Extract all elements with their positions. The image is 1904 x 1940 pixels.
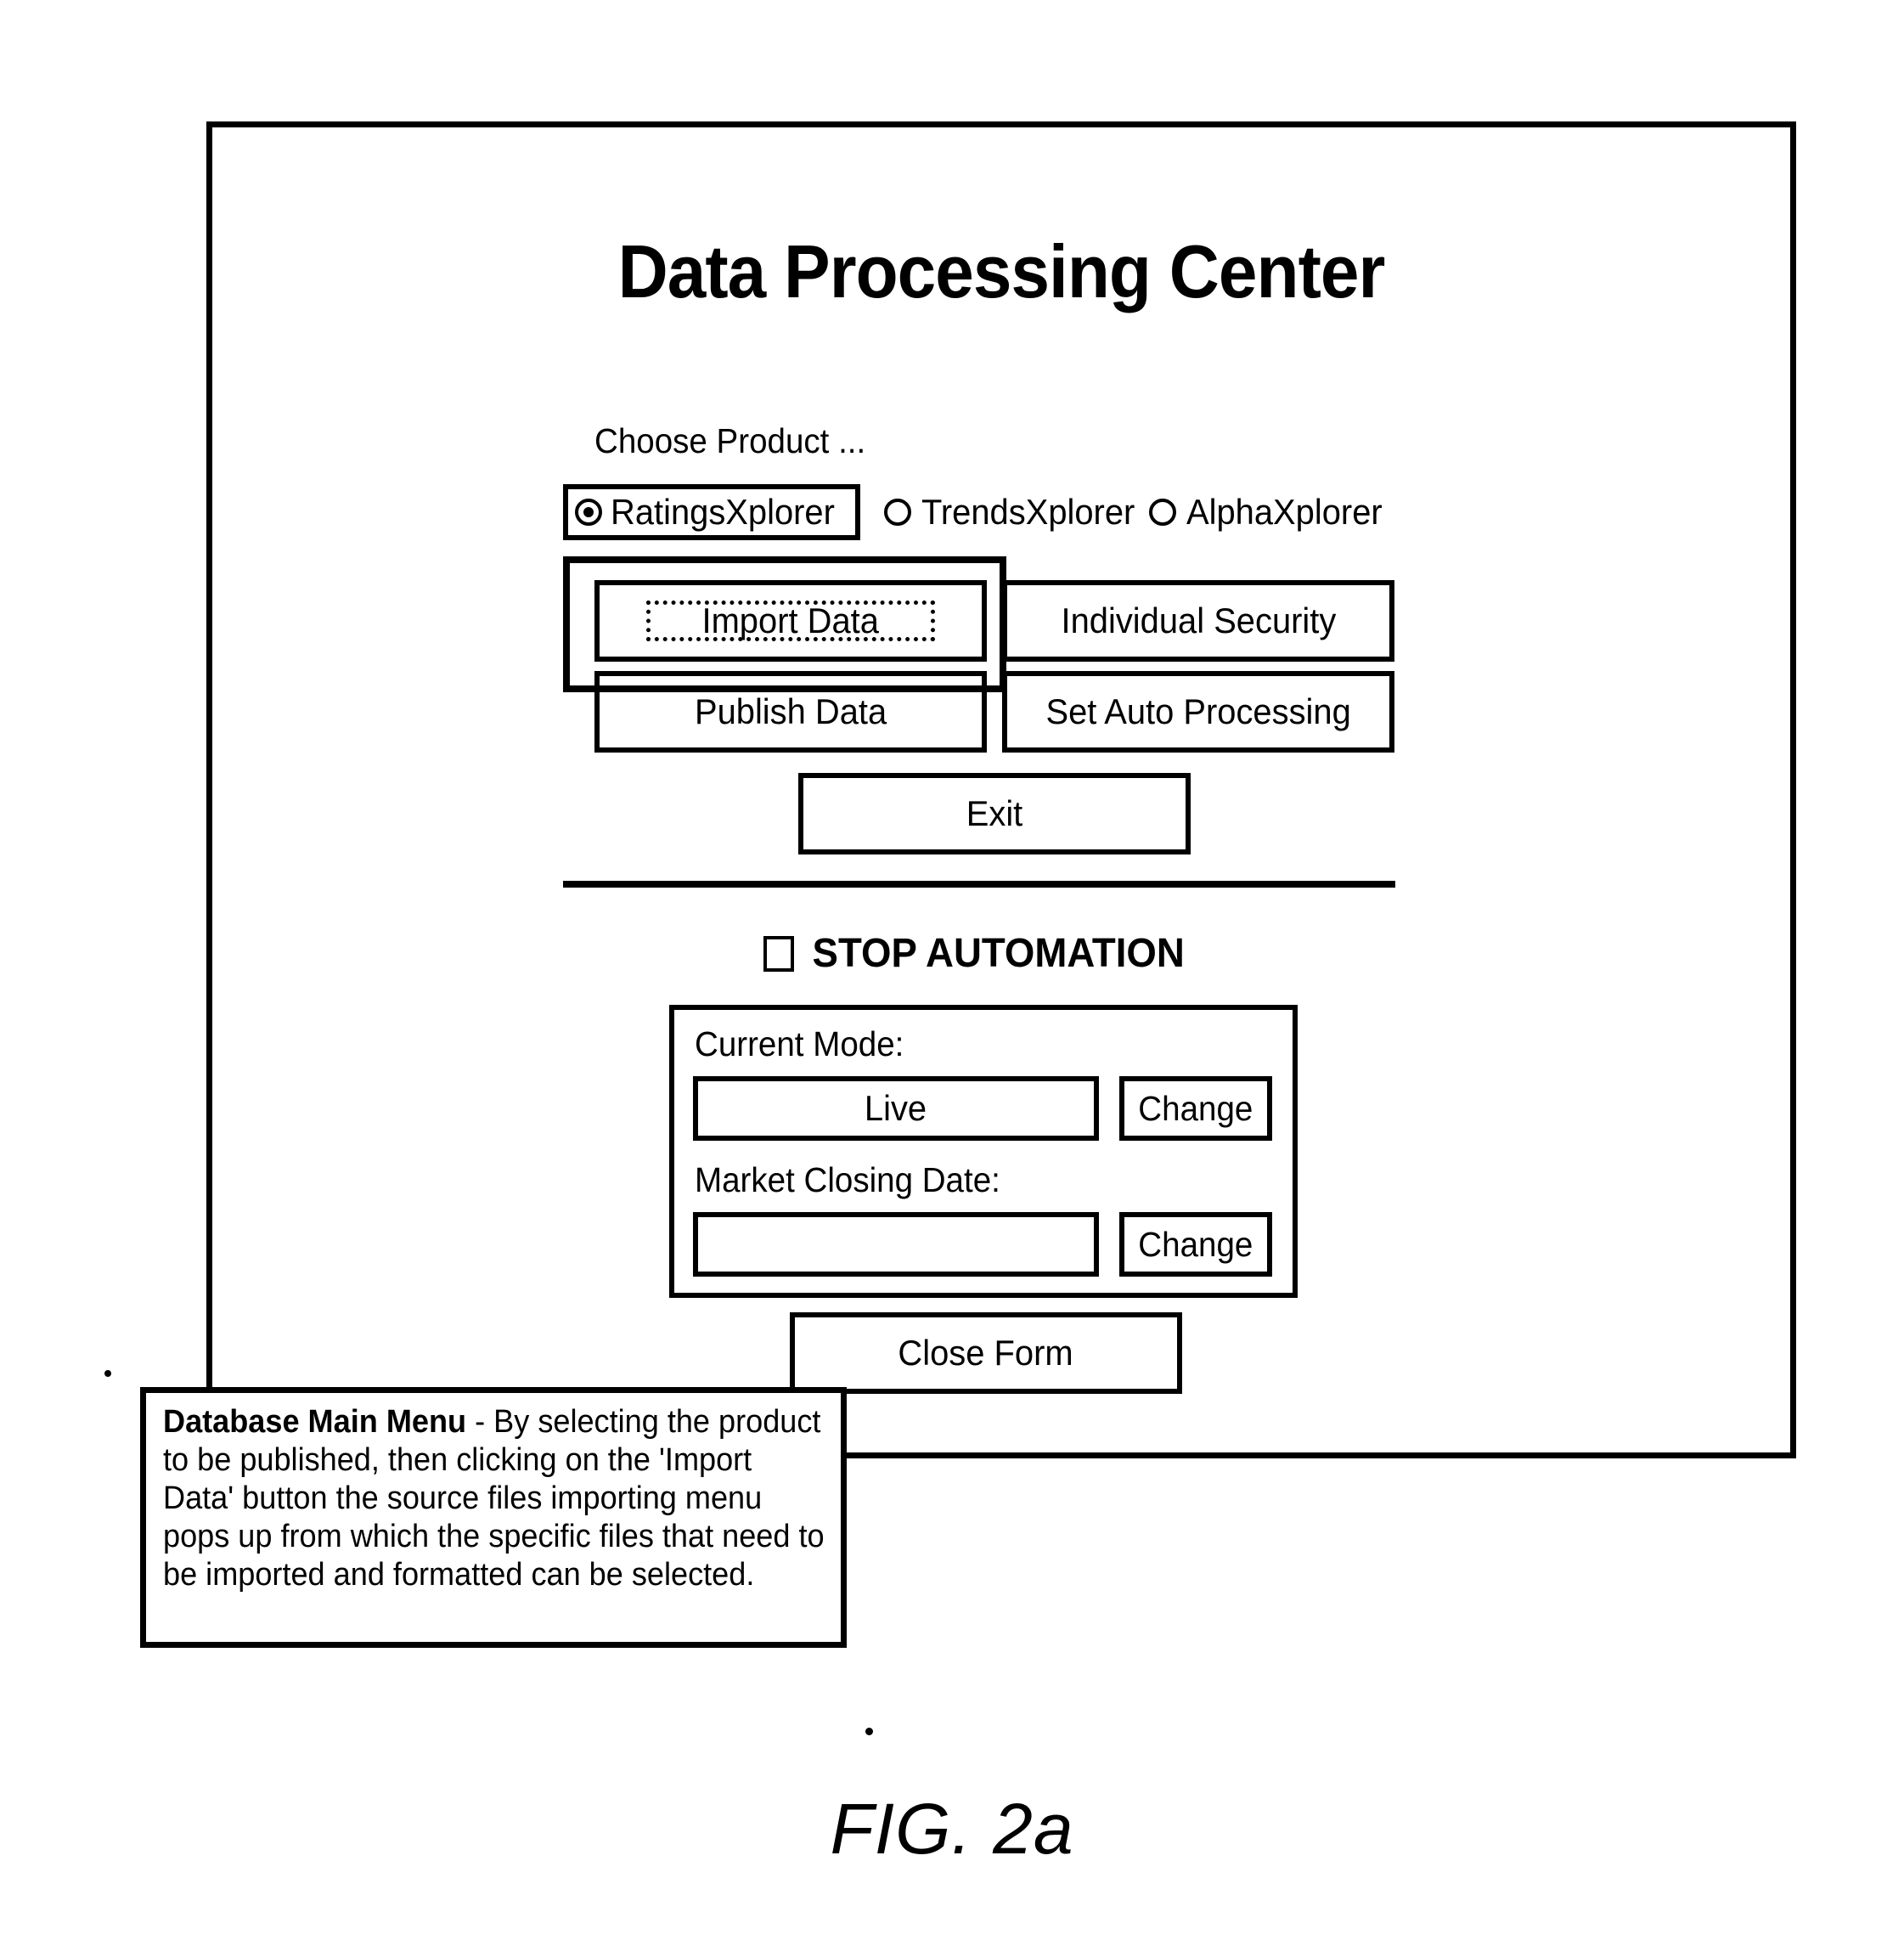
automation-settings-panel: Current Mode: Live Change Market Closing… — [669, 1005, 1298, 1298]
radio-option-label: RatingsXplorer — [611, 492, 835, 532]
close-form-button-label: Close Form — [898, 1333, 1074, 1373]
import-data-button-label: Import Data — [701, 601, 880, 640]
individual-security-button[interactable]: Individual Security — [1002, 580, 1394, 662]
figure-label: FIG. 2a — [830, 1789, 1074, 1869]
product-radio-group: RatingsXplorer TrendsXplorer AlphaXplore… — [563, 482, 1497, 542]
market-closing-date-label: Market Closing Date: — [695, 1160, 1000, 1199]
import-data-button[interactable]: Import Data — [594, 580, 987, 662]
annotation-title: Database Main Menu — [163, 1404, 467, 1440]
exit-button[interactable]: Exit — [798, 773, 1191, 854]
page-title: Data Processing Center — [617, 229, 1386, 313]
import-data-focus-outline: Import Data — [646, 601, 935, 641]
checkbox-icon[interactable] — [763, 936, 795, 972]
radio-option-label: TrendsXplorer — [921, 492, 1135, 532]
current-mode-field[interactable]: Live — [693, 1076, 1099, 1141]
scan-speck — [865, 1728, 873, 1735]
radio-option-label: AlphaXplorer — [1186, 492, 1383, 532]
annotation-callout: Database Main Menu - By selecting the pr… — [140, 1387, 847, 1648]
change-current-mode-button[interactable]: Change — [1119, 1076, 1272, 1141]
set-auto-processing-button-label: Set Auto Processing — [1045, 691, 1351, 731]
market-closing-date-field[interactable] — [693, 1212, 1099, 1277]
patent-figure-sheet: Data Processing Center Choose Product ..… — [0, 0, 1904, 1940]
publish-data-button[interactable]: Publish Data — [594, 671, 987, 753]
publish-data-button-label: Publish Data — [694, 691, 887, 731]
current-mode-label: Current Mode: — [695, 1024, 904, 1063]
set-auto-processing-button[interactable]: Set Auto Processing — [1002, 671, 1394, 753]
stop-automation-toggle[interactable]: STOP AUTOMATION — [563, 926, 1395, 982]
radio-button-icon[interactable] — [884, 499, 911, 526]
scan-speck — [104, 1370, 111, 1377]
stop-automation-label: STOP AUTOMATION — [812, 931, 1186, 976]
change-market-closing-date-label: Change — [1138, 1225, 1253, 1264]
radio-option-trendsxplorer[interactable]: TrendsXplorer — [884, 482, 1146, 542]
individual-security-button-label: Individual Security — [1061, 601, 1336, 640]
change-current-mode-label: Change — [1138, 1089, 1253, 1128]
radio-button-icon[interactable] — [1149, 499, 1176, 526]
change-market-closing-date-button[interactable]: Change — [1119, 1212, 1272, 1277]
close-form-button[interactable]: Close Form — [790, 1312, 1182, 1394]
radio-option-alphaxplorer[interactable]: AlphaXplorer — [1149, 482, 1393, 542]
choose-product-label: Choose Product ... — [594, 421, 866, 460]
radio-option-ratingsxplorer[interactable]: RatingsXplorer — [575, 482, 847, 542]
section-divider — [563, 881, 1395, 888]
exit-button-label: Exit — [966, 793, 1023, 833]
annotation-text: Database Main Menu - By selecting the pr… — [163, 1403, 825, 1594]
current-mode-value: Live — [865, 1088, 927, 1128]
radio-button-icon[interactable] — [575, 499, 602, 526]
